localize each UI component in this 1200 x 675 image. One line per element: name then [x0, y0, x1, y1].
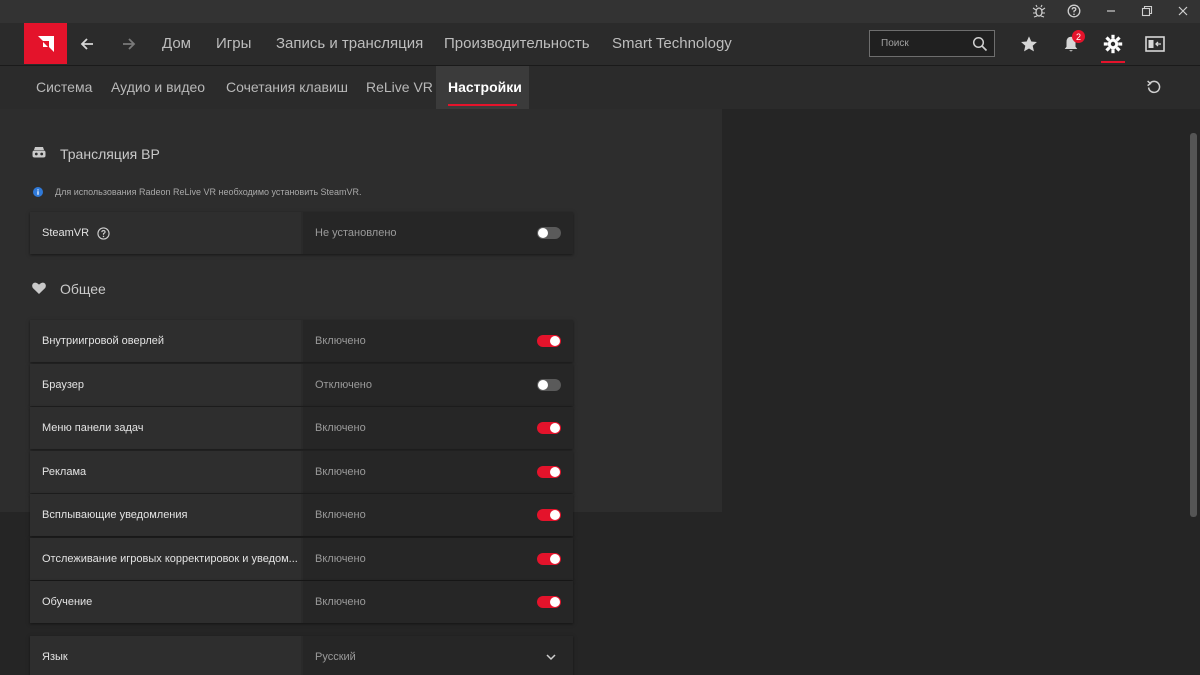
setting-value[interactable]: Включено: [303, 407, 573, 449]
vr-headset-icon: [32, 147, 46, 158]
nav-record-stream[interactable]: Запись и трансляция: [276, 35, 423, 52]
vr-info-message: Для использования Radeon ReLive VR необх…: [33, 186, 362, 198]
setting-row-advertising: Реклама Включено: [30, 451, 573, 493]
search-icon[interactable]: [972, 36, 988, 52]
setting-value[interactable]: Включено: [303, 538, 573, 580]
setting-row-taskbar-menu: Меню панели задач Включено: [30, 407, 573, 449]
main-navbar: Дом Игры Запись и трансляция Производите…: [0, 23, 1200, 66]
amd-logo-icon[interactable]: [24, 23, 67, 64]
setting-value[interactable]: Включено: [303, 320, 573, 362]
language-dropdown[interactable]: Русский: [303, 636, 573, 675]
setting-value-text: Отключено: [315, 379, 372, 391]
back-arrow-icon[interactable]: [74, 31, 100, 57]
setting-row-popup-notifications: Всплывающие уведомления Включено: [30, 494, 573, 536]
forward-arrow-icon[interactable]: [116, 31, 142, 57]
setting-value-text: Включено: [315, 553, 366, 565]
setting-label: Отслеживание игровых корректировок и уве…: [30, 538, 301, 580]
toggle-knob: [538, 380, 548, 390]
tab-audio-video[interactable]: Аудио и видео: [111, 79, 205, 95]
bug-report-icon[interactable]: [1028, 2, 1050, 20]
minimize-icon[interactable]: [1100, 2, 1122, 20]
setting-row-language: Язык Русский: [30, 636, 573, 675]
settings-gear-icon[interactable]: [1101, 33, 1125, 55]
setting-row-tutorial: Обучение Включено: [30, 581, 573, 623]
toggle-knob: [550, 467, 560, 477]
nav-smart-technology[interactable]: Smart Technology: [612, 35, 732, 52]
restore-icon[interactable]: [1136, 2, 1158, 20]
setting-label: Обучение: [30, 581, 301, 623]
nav-home[interactable]: Дом: [162, 35, 191, 52]
setting-value-text-steamvr: Не установлено: [315, 227, 397, 239]
active-settings-indicator: [1101, 61, 1125, 63]
toggle-knob: [550, 423, 560, 433]
reset-icon[interactable]: [1145, 78, 1163, 96]
help-icon[interactable]: [1063, 2, 1085, 20]
setting-value[interactable]: Отключено: [303, 364, 573, 406]
vr-info-text: Для использования Radeon ReLive VR необх…: [55, 187, 362, 197]
toggle-switch[interactable]: [537, 379, 561, 391]
toggle-switch-steamvr[interactable]: [537, 227, 561, 239]
setting-row-browser: Браузер Отключено: [30, 364, 573, 406]
close-icon[interactable]: [1172, 2, 1194, 20]
toggle-knob: [550, 597, 560, 607]
section-title-vr: Трансляция ВР: [60, 146, 160, 162]
tab-hotkeys[interactable]: Сочетания клавиш: [226, 79, 348, 95]
window-titlebar: [0, 0, 1200, 23]
toggle-switch[interactable]: [537, 466, 561, 478]
help-question-icon[interactable]: [97, 226, 110, 240]
toggle-knob: [550, 510, 560, 520]
sidebar-panel-icon[interactable]: [1143, 33, 1167, 55]
setting-value-text: Включено: [315, 596, 366, 608]
toggle-knob: [550, 336, 560, 346]
active-tab-underline: [448, 104, 517, 106]
toggle-switch[interactable]: [537, 509, 561, 521]
setting-value[interactable]: Включено: [303, 494, 573, 536]
setting-value[interactable]: Включено: [303, 451, 573, 493]
setting-value-text: Включено: [315, 335, 366, 347]
setting-row-ingame-overlay: Внутриигровой оверлей Включено: [30, 320, 573, 362]
setting-row-game-tuning-tracking: Отслеживание игровых корректировок и уве…: [30, 538, 573, 580]
language-selected-value: Русский: [315, 651, 356, 663]
toggle-switch[interactable]: [537, 422, 561, 434]
setting-value[interactable]: Включено: [303, 581, 573, 623]
toggle-switch[interactable]: [537, 335, 561, 347]
tab-system[interactable]: Система: [36, 79, 92, 95]
setting-label-language: Язык: [30, 636, 301, 675]
toggle-knob: [550, 554, 560, 564]
setting-row-steamvr: SteamVR Не установлено: [30, 212, 573, 254]
setting-label: Внутриигровой оверлей: [30, 320, 301, 362]
nav-performance[interactable]: Производительность: [444, 35, 590, 52]
notification-count-badge: 2: [1072, 30, 1085, 43]
toggle-switch[interactable]: [537, 553, 561, 565]
toggle-switch[interactable]: [537, 596, 561, 608]
heart-icon: [32, 282, 46, 294]
favorites-star-icon[interactable]: [1017, 33, 1041, 55]
setting-value-text: Включено: [315, 509, 366, 521]
setting-label: Меню панели задач: [30, 407, 301, 449]
section-title-general: Общее: [60, 281, 106, 297]
vertical-scrollbar[interactable]: [1190, 133, 1197, 517]
nav-games[interactable]: Игры: [216, 35, 251, 52]
setting-label: Браузер: [30, 364, 301, 406]
chevron-down-icon: [546, 654, 556, 661]
setting-label: Всплывающие уведомления: [30, 494, 301, 536]
search-box: [869, 30, 995, 57]
setting-value-text: Включено: [315, 466, 366, 478]
toggle-knob: [538, 228, 548, 238]
setting-label-steamvr: SteamVR: [42, 227, 90, 239]
setting-value-text: Включено: [315, 422, 366, 434]
search-input[interactable]: [870, 31, 970, 56]
info-icon: [33, 187, 43, 197]
setting-label: Реклама: [30, 451, 301, 493]
tab-relive-vr[interactable]: ReLive VR: [366, 79, 433, 95]
tab-preferences[interactable]: Настройки: [448, 79, 522, 95]
setting-value-steamvr[interactable]: Не установлено: [303, 212, 573, 254]
